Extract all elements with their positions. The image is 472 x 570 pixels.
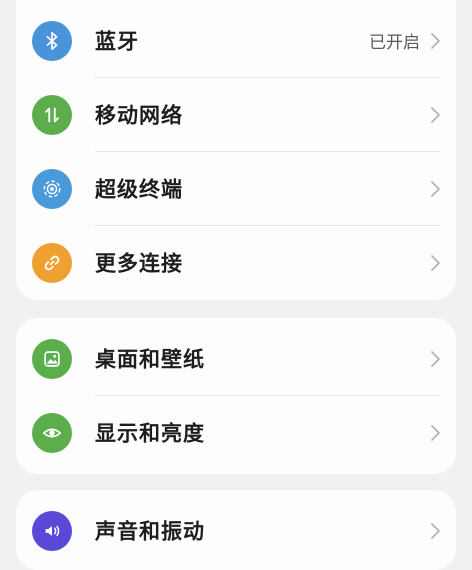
settings-item-mobile-network[interactable]: 移动网络 (16, 78, 456, 152)
chevron-right-icon (428, 253, 442, 273)
settings-group-connectivity: 蓝牙 已开启 移动网络 超级终端 更多连接 (16, 0, 456, 300)
settings-item-label: 更多连接 (95, 251, 183, 276)
sound-icon (32, 511, 72, 551)
settings-item-bluetooth[interactable]: 蓝牙 已开启 (16, 4, 456, 78)
link-icon (32, 243, 72, 283)
mobile-network-icon (32, 95, 72, 135)
settings-item-more-connections[interactable]: 更多连接 (16, 226, 456, 300)
settings-item-label: 蓝牙 (95, 29, 139, 54)
bluetooth-icon (32, 21, 72, 61)
bluetooth-status-value: 已开启 (369, 33, 420, 53)
settings-item-label: 显示和亮度 (95, 421, 205, 446)
super-device-icon (32, 169, 72, 209)
chevron-right-icon (428, 423, 442, 443)
chevron-right-icon (428, 31, 442, 51)
settings-item-label: 声音和振动 (95, 519, 205, 544)
settings-item-label: 超级终端 (95, 177, 183, 202)
settings-item-label: 桌面和壁纸 (95, 347, 205, 372)
chevron-right-icon (428, 105, 442, 125)
settings-group-sound: 声音和振动 (16, 490, 456, 570)
chevron-right-icon (428, 179, 442, 199)
wallpaper-icon (32, 339, 72, 379)
settings-item-home-wallpaper[interactable]: 桌面和壁纸 (16, 322, 456, 396)
settings-item-display-brightness[interactable]: 显示和亮度 (16, 396, 456, 470)
settings-item-label: 移动网络 (95, 103, 183, 128)
chevron-right-icon (428, 349, 442, 369)
settings-item-super-device[interactable]: 超级终端 (16, 152, 456, 226)
eye-icon (32, 413, 72, 453)
chevron-right-icon (428, 521, 442, 541)
settings-group-display: 桌面和壁纸 显示和亮度 (16, 318, 456, 474)
settings-item-sound-vibration[interactable]: 声音和振动 (16, 494, 456, 568)
